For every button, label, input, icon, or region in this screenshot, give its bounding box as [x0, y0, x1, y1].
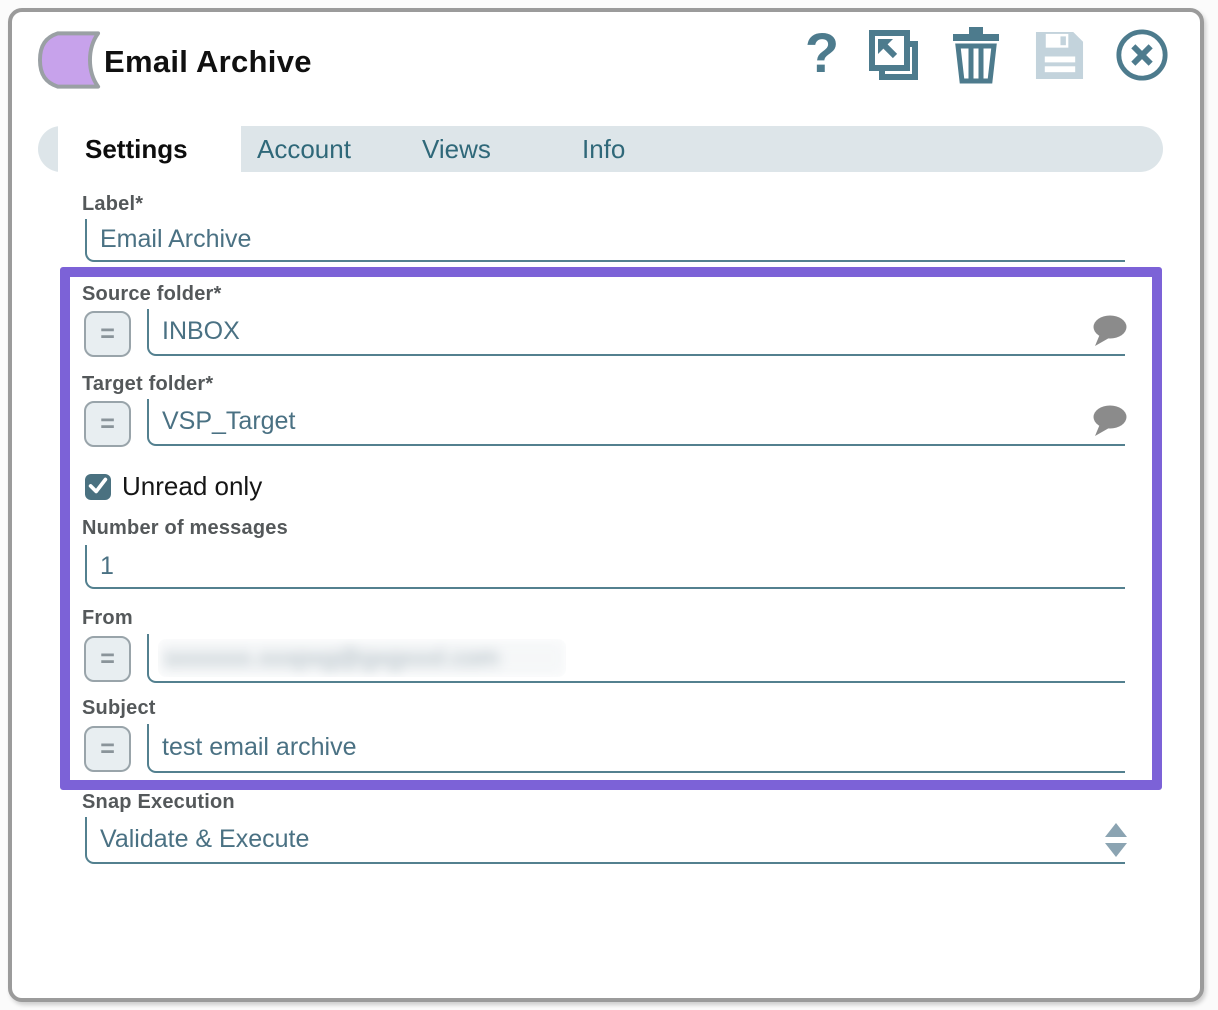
from-expression-toggle[interactable]: =: [84, 636, 131, 682]
from-label: From: [82, 607, 133, 630]
select-updown-icon: [1104, 823, 1128, 864]
target-folder-input[interactable]: VSP_Target: [147, 399, 1125, 446]
tab-account[interactable]: Account: [257, 126, 351, 172]
equals-icon: =: [100, 410, 115, 439]
source-folder-input[interactable]: INBOX: [147, 309, 1125, 356]
label-input-value: Email Archive: [100, 225, 251, 254]
target-folder-label: Target folder*: [82, 373, 213, 396]
delete-snap-button[interactable]: [951, 27, 1001, 87]
tab-bar: Settings Account Views Info: [38, 126, 1163, 172]
snap-execution-select[interactable]: Validate & Execute: [85, 817, 1125, 864]
source-folder-expression-toggle[interactable]: =: [84, 311, 131, 357]
popout-button[interactable]: [869, 30, 920, 86]
target-folder-comment-icon[interactable]: [1090, 405, 1128, 443]
number-of-messages-label: Number of messages: [82, 517, 288, 540]
unread-only-checkbox[interactable]: [85, 474, 111, 500]
question-mark-icon: ?: [805, 21, 839, 84]
source-folder-label: Source folder*: [82, 283, 222, 306]
equals-icon: =: [100, 320, 115, 349]
subject-label: Subject: [82, 697, 156, 720]
from-redacted-value: sxxxxxx.xxxpxg@gxgxxxl.com: [158, 639, 566, 677]
tab-settings[interactable]: Settings: [85, 126, 188, 172]
source-folder-comment-icon[interactable]: [1090, 315, 1128, 353]
tab-views[interactable]: Views: [422, 126, 491, 172]
label-field-label: Label*: [82, 193, 143, 216]
save-button[interactable]: [1034, 30, 1085, 84]
tab-info[interactable]: Info: [582, 126, 625, 172]
help-button[interactable]: ?: [804, 22, 840, 84]
number-of-messages-input[interactable]: 1: [85, 545, 1125, 589]
subject-input[interactable]: test email archive: [147, 724, 1125, 773]
subject-value: test email archive: [162, 733, 357, 762]
popout-icon: [869, 71, 920, 86]
number-of-messages-value: 1: [100, 552, 114, 581]
equals-icon: =: [100, 645, 115, 674]
save-disk-icon: [1034, 69, 1085, 84]
target-folder-value: VSP_Target: [162, 407, 295, 436]
equals-icon: =: [100, 735, 115, 764]
close-circle-icon: [1115, 70, 1169, 85]
unread-only-label: Unread only: [122, 471, 262, 502]
subject-expression-toggle[interactable]: =: [84, 726, 131, 772]
dialog-title: Email Archive: [104, 44, 312, 80]
target-folder-expression-toggle[interactable]: =: [84, 401, 131, 447]
label-input[interactable]: Email Archive: [85, 219, 1125, 262]
checkmark-icon: [86, 473, 110, 502]
close-button[interactable]: [1115, 28, 1169, 85]
snap-execution-label: Snap Execution: [82, 791, 235, 814]
snap-icon: [38, 31, 105, 94]
snap-execution-value: Validate & Execute: [100, 825, 309, 854]
trash-icon: [951, 72, 1001, 87]
source-folder-value: INBOX: [162, 317, 240, 346]
